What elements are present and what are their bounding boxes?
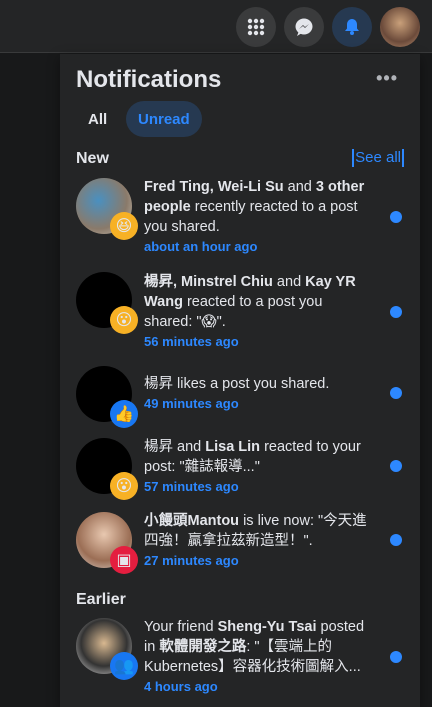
notification-text: Your friend Sheng-Yu Tsai posted in 軟體開發… xyxy=(144,617,372,697)
notification-message: and xyxy=(272,274,306,290)
unread-dot xyxy=(390,211,402,223)
unread-dot xyxy=(390,306,402,318)
notification-message: likes a post you shared. xyxy=(173,376,330,392)
notification-time: 56 minutes ago xyxy=(144,334,239,349)
profile-avatar[interactable] xyxy=(380,7,420,47)
more-options-icon[interactable]: ••• xyxy=(376,68,398,89)
notification-message: 楊昇 xyxy=(144,376,173,392)
notification-text: 楊昇 and Lisa Lin reacted to your post: "雜… xyxy=(144,437,372,497)
notification-time: about an hour ago xyxy=(144,239,258,254)
notification-time: 49 minutes ago xyxy=(144,396,239,411)
tab-unread[interactable]: Unread xyxy=(126,101,202,137)
see-all-link[interactable]: See all xyxy=(352,149,404,167)
notification-message: and xyxy=(283,179,316,195)
unread-dot xyxy=(390,387,402,399)
panel-title: Notifications xyxy=(76,66,222,93)
notification-name: Sheng-Yu Tsai xyxy=(217,619,317,635)
notification-message: 楊昇 xyxy=(144,439,173,455)
notification-time: 57 minutes ago xyxy=(144,479,239,494)
notification-time: 4 hours ago xyxy=(144,679,218,694)
section-earlier-heading: Earlier xyxy=(76,591,126,608)
haha-reaction-icon: 😆 xyxy=(110,212,138,240)
notification-name: Lisa Lin xyxy=(205,439,261,455)
menu-grid-icon[interactable] xyxy=(236,7,276,47)
notification-message: and xyxy=(173,439,206,455)
notification-name: Fred Ting, Wei-Li Su xyxy=(144,179,284,195)
section-new-heading: New xyxy=(76,150,109,167)
notification-name: 楊昇, Minstrel Chiu xyxy=(144,274,273,290)
notification-text: 楊昇 likes a post you shared. 49 minutes ag… xyxy=(144,374,372,414)
unread-dot xyxy=(390,651,402,663)
notification-text: 楊昇, Minstrel Chiu and Kay YR Wang reacte… xyxy=(144,272,372,352)
messenger-icon[interactable] xyxy=(284,7,324,47)
wow-reaction-icon: 😮 xyxy=(110,306,138,334)
notifications-panel: Notifications ••• All Unread New See all… xyxy=(60,54,420,707)
group-icon: 👥 xyxy=(110,652,138,680)
notification-name: 軟體開發之路 xyxy=(159,639,247,655)
notification-name: 小饅頭Mantou xyxy=(144,513,240,529)
notification-message: Your friend xyxy=(144,619,218,635)
wow-reaction-icon: 😮 xyxy=(110,472,138,500)
notification-time: 27 minutes ago xyxy=(144,553,239,568)
live-video-icon: ▣ xyxy=(110,546,138,574)
bell-icon[interactable] xyxy=(332,7,372,47)
unread-dot xyxy=(390,460,402,472)
notification-text: Fred Ting, Wei-Li Su and 3 other people … xyxy=(144,177,372,257)
notification-text: 小饅頭Mantou is live now: "今天進四強！贏拿拉茲新造型！".… xyxy=(144,511,372,571)
like-icon: 👍 xyxy=(110,400,138,428)
tab-all[interactable]: All xyxy=(76,101,119,137)
unread-dot xyxy=(390,534,402,546)
top-bar xyxy=(0,0,432,53)
